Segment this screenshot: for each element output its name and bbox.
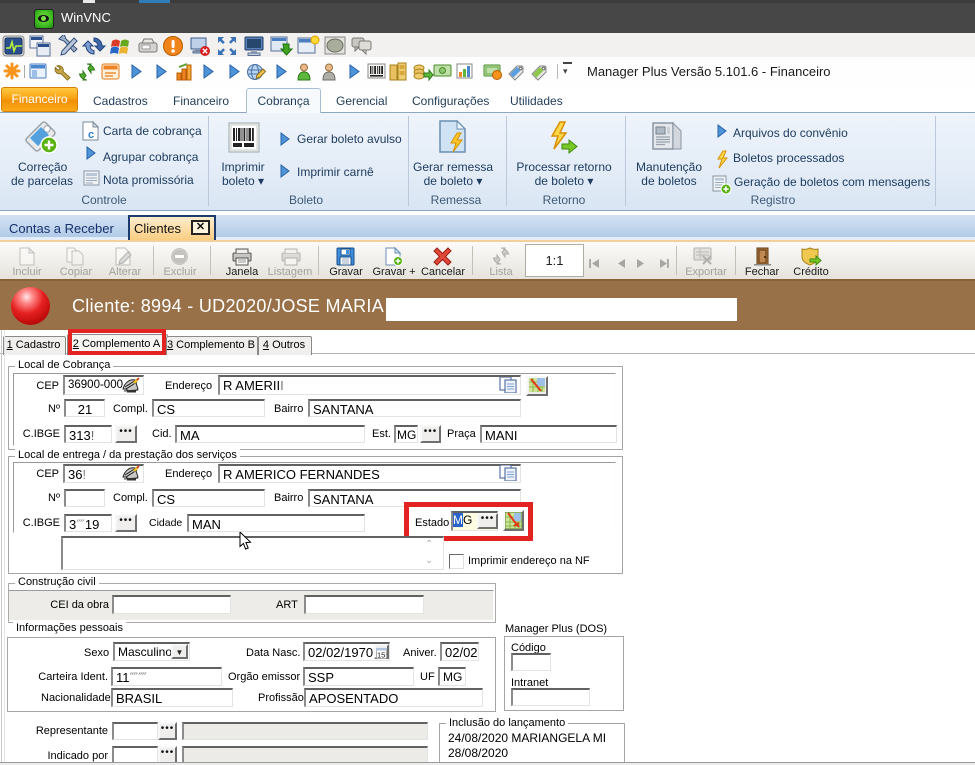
svg-text:c: c (88, 129, 94, 141)
svg-text:15: 15 (377, 651, 385, 660)
